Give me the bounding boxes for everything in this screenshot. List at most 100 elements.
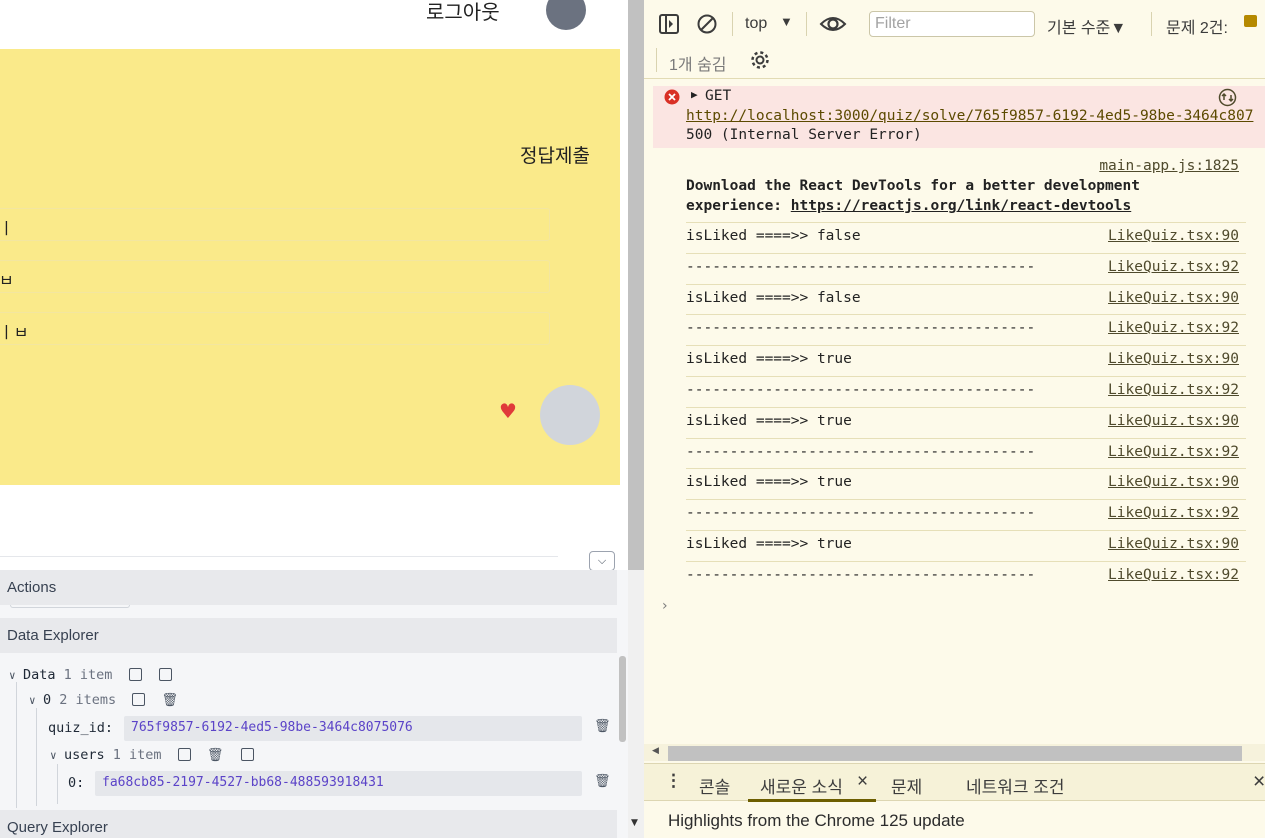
source-link[interactable]: LikeQuiz.tsx:90 (1108, 228, 1239, 244)
query-explorer-title: Query Explorer (7, 819, 108, 836)
log-message: ---------------------------------------- (686, 567, 1036, 583)
source-link[interactable]: LikeQuiz.tsx:92 (1108, 567, 1239, 583)
chevron-down-icon[interactable]: ∨ (29, 694, 43, 707)
user-id-value[interactable]: fa68cb85-2197-4527-bb68-488593918431 (95, 771, 582, 796)
log-message: ---------------------------------------- (686, 505, 1036, 521)
trash-icon[interactable]: 🗑 (594, 719, 611, 734)
log-message: isLiked ====>> true (686, 474, 852, 490)
active-tab-indicator (748, 799, 876, 802)
collapse-panel-button[interactable]: ⌵ (589, 551, 615, 571)
query-devtools-panel: Actions Data Explorer ∨ Data 1 item ∨ 0 2 … (0, 570, 628, 838)
log-row-divider (686, 253, 1246, 254)
divider (1151, 12, 1152, 36)
tree-row-users[interactable]: ∨ users 1 item 🗑 (50, 747, 254, 763)
trash-icon[interactable]: 🗑 (161, 693, 178, 708)
log-row-divider (686, 438, 1246, 439)
action-button-edge[interactable] (10, 605, 130, 608)
divider (732, 12, 733, 36)
query-explorer-header[interactable]: Query Explorer (0, 810, 617, 838)
log-message: ---------------------------------------- (686, 259, 1036, 275)
tree-guide (16, 682, 17, 808)
scrollbar-thumb[interactable] (628, 0, 644, 570)
source-link[interactable]: LikeQuiz.tsx:90 (1108, 474, 1239, 490)
chevron-down-icon[interactable]: ∨ (50, 749, 64, 762)
react-notice-prefix: experience: (686, 198, 791, 214)
panel-scrollbar[interactable] (619, 656, 626, 742)
source-link[interactable]: main-app.js:1825 (1099, 158, 1239, 174)
source-link[interactable]: LikeQuiz.tsx:92 (1108, 259, 1239, 275)
error-icon (664, 89, 680, 105)
close-drawer-icon[interactable]: × (1253, 770, 1265, 794)
source-link[interactable]: LikeQuiz.tsx:90 (1108, 536, 1239, 552)
tree-key: 0 (43, 692, 52, 708)
log-message: isLiked ====>> false (686, 228, 861, 244)
page-scrollbar[interactable]: ▼ (628, 0, 644, 838)
sidebar-toggle-icon[interactable] (658, 13, 680, 35)
divider (644, 78, 1265, 79)
divider (656, 48, 657, 72)
source-link[interactable]: LikeQuiz.tsx:90 (1108, 290, 1239, 306)
issues-count[interactable]: 문제 2건: (1166, 14, 1228, 38)
answer-option-3[interactable]: ㅣㅂ (0, 312, 550, 345)
console-prompt-icon[interactable]: › (662, 598, 668, 614)
author-avatar[interactable] (540, 385, 600, 445)
source-link[interactable]: LikeQuiz.tsx:92 (1108, 444, 1239, 460)
clear-console-icon[interactable] (696, 13, 718, 35)
source-link[interactable]: LikeQuiz.tsx:90 (1108, 351, 1239, 367)
hscrollbar-thumb[interactable] (668, 746, 1242, 761)
submit-answer-button[interactable]: 정답제출 (520, 141, 590, 168)
filter-input[interactable]: Filter (869, 11, 1035, 37)
network-request-icon[interactable] (1218, 88, 1237, 107)
heart-icon[interactable]: ♥ (499, 401, 517, 421)
tree-row-data[interactable]: ∨ Data 1 item (9, 667, 172, 683)
scroll-left-arrow-icon[interactable]: ◀ (652, 746, 659, 756)
error-url-link[interactable]: http://localhost:3000/quiz/solve/765f985… (686, 108, 1253, 124)
close-tab-icon[interactable]: × (857, 771, 868, 793)
source-link[interactable]: LikeQuiz.tsx:90 (1108, 413, 1239, 429)
quiz-id-value[interactable]: 765f9857-6192-4ed5-98be-3464c8075076 (124, 716, 582, 741)
error-method: GET (705, 88, 732, 104)
log-message: ---------------------------------------- (686, 444, 1036, 460)
answer-option-2[interactable]: ㅂ (0, 260, 550, 293)
react-devtools-link[interactable]: https://reactjs.org/link/react-devtools (791, 198, 1131, 214)
expand-triangle-icon[interactable]: ▶ (691, 88, 698, 101)
issue-message-icon[interactable] (1244, 15, 1257, 27)
source-link[interactable]: LikeQuiz.tsx:92 (1108, 320, 1239, 336)
log-row-divider (686, 407, 1246, 408)
tab-network-conditions[interactable]: 네트워크 조건 (966, 773, 1065, 798)
chrome-devtools: top ▼ Filter 기본 수준▼ 문제 2건: 1개 숨김 ▶ GET h… (644, 0, 1265, 838)
caret-down-icon[interactable]: ▼ (780, 14, 793, 29)
tab-whats-new[interactable]: 새로운 소식 (760, 773, 843, 798)
data-explorer-header[interactable]: Data Explorer (0, 618, 617, 653)
copy-icon[interactable] (177, 748, 191, 761)
trash-icon[interactable]: 🗑 (207, 748, 224, 763)
context-select[interactable]: top (745, 15, 767, 33)
source-link[interactable]: LikeQuiz.tsx:92 (1108, 382, 1239, 398)
log-row-divider (686, 468, 1246, 469)
scroll-down-arrow-icon[interactable]: ▼ (631, 818, 638, 828)
list-icon[interactable] (240, 748, 254, 761)
list-icon[interactable] (158, 668, 172, 681)
chevron-down-icon[interactable]: ∨ (9, 669, 23, 682)
react-notice-text: Download the React DevTools for a better… (686, 178, 1140, 194)
log-message: isLiked ====>> true (686, 413, 852, 429)
actions-header[interactable]: Actions (0, 570, 617, 605)
tree-row-item0[interactable]: ∨ 0 2 items 🗑 (29, 692, 178, 708)
logout-button[interactable]: 로그아웃 (426, 0, 500, 25)
gear-icon[interactable] (749, 49, 771, 71)
copy-icon[interactable] (132, 693, 146, 706)
log-level-select[interactable]: 기본 수준▼ (1047, 14, 1126, 38)
tab-console[interactable]: 콘솔 (699, 773, 730, 798)
copy-icon[interactable] (128, 668, 142, 681)
hidden-count: 1개 숨김 (669, 57, 727, 74)
tab-issues[interactable]: 문제 (891, 773, 922, 798)
quiz-card: 정답제출 ㅣ ㅂ ㅣㅂ ♥ (0, 49, 620, 485)
source-link[interactable]: LikeQuiz.tsx:92 (1108, 505, 1239, 521)
answer-option-1[interactable]: ㅣ (0, 208, 550, 241)
eye-icon[interactable] (819, 13, 847, 35)
more-vert-icon[interactable]: ⋮ (665, 771, 682, 791)
log-row-divider (686, 499, 1246, 500)
log-row-divider (686, 561, 1246, 562)
trash-icon[interactable]: 🗑 (594, 774, 611, 789)
user-avatar[interactable] (546, 0, 586, 30)
